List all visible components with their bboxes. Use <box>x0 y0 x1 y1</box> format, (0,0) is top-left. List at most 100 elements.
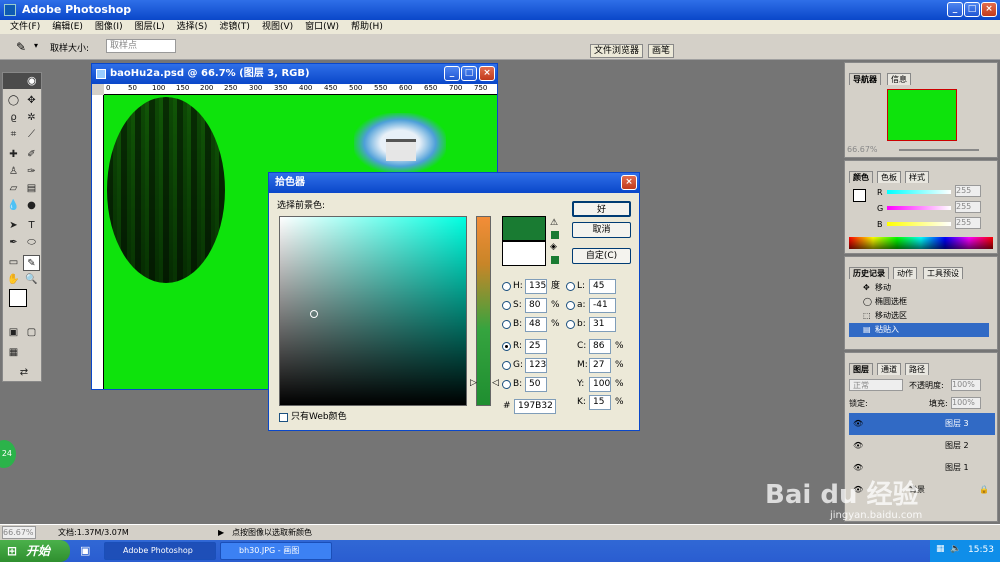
color-ramp[interactable] <box>849 237 993 249</box>
menu-file[interactable]: 文件(F) <box>4 20 46 34</box>
tab-layers[interactable]: 图层 <box>849 363 873 375</box>
black-field[interactable]: 15 <box>589 395 611 410</box>
opacity-field[interactable]: 100% <box>951 379 981 391</box>
show-desktop-icon[interactable]: ▣ <box>80 544 90 557</box>
status-arrow-icon[interactable]: ▶ <box>218 525 224 541</box>
doc-close-button[interactable]: × <box>479 66 495 81</box>
eye-icon[interactable]: 👁 <box>853 413 863 435</box>
sample-size-select[interactable]: 取样点 <box>106 39 176 53</box>
cancel-button[interactable]: 取消 <box>572 222 631 238</box>
tab-color[interactable]: 颜色 <box>849 171 873 183</box>
menu-view[interactable]: 视图(V) <box>256 20 299 34</box>
lab-b-field[interactable]: 31 <box>589 317 616 332</box>
menu-help[interactable]: 帮助(H) <box>345 20 389 34</box>
r-slider[interactable] <box>887 190 951 194</box>
taskbar-photoshop[interactable]: Adobe Photoshop <box>104 542 216 560</box>
web-only-checkbox[interactable] <box>279 413 288 422</box>
quick-mask-icon[interactable]: ▢ <box>23 325 40 341</box>
red-radio[interactable] <box>502 342 511 351</box>
notes-icon[interactable]: ▭ <box>5 255 22 271</box>
gamut-warning-icon[interactable]: ⚠ <box>550 218 558 228</box>
g-field[interactable]: 255 <box>955 201 981 213</box>
color-field-cursor[interactable] <box>310 310 318 318</box>
slice-icon[interactable]: ⟋ <box>23 127 40 143</box>
color-field[interactable] <box>279 216 467 406</box>
network-icon[interactable]: ▦ <box>936 544 945 554</box>
layer-row[interactable]: 👁 图层 2 <box>849 435 995 457</box>
taskbar-paint[interactable]: bh30.JPG - 画图 <box>220 542 332 560</box>
menu-image[interactable]: 图像(I) <box>89 20 129 34</box>
marquee-icon[interactable]: ◯ <box>5 93 22 109</box>
r-field[interactable]: 255 <box>955 185 981 197</box>
doc-minimize-button[interactable]: _ <box>444 66 460 81</box>
tab-navigator[interactable]: 导航器 <box>849 73 881 85</box>
navigator-thumbnail[interactable] <box>887 89 957 141</box>
dodge-icon[interactable]: ● <box>23 198 40 214</box>
healing-brush-icon[interactable]: ✚ <box>5 147 22 163</box>
pen-icon[interactable]: ✒ <box>5 235 22 251</box>
hex-field[interactable]: 197B32 <box>514 399 556 414</box>
eye-icon[interactable]: 👁 <box>853 435 863 457</box>
screen-mode-icon[interactable]: ▦ <box>5 345 22 361</box>
shape-icon[interactable]: ⬭ <box>23 235 40 251</box>
gamut-color-swatch[interactable] <box>551 231 559 239</box>
blend-mode-select[interactable]: 正常 <box>849 379 903 391</box>
eyedropper-icon[interactable]: ✎ <box>16 40 26 54</box>
hue-slider[interactable] <box>476 216 491 406</box>
crop-icon[interactable]: ⌗ <box>5 127 22 143</box>
saturation-radio[interactable] <box>502 301 511 310</box>
hue-slider-right-arrow-icon[interactable]: ◁ <box>492 378 499 388</box>
web-safe-color-swatch[interactable] <box>551 256 559 264</box>
brush-icon[interactable]: ✐ <box>23 147 40 163</box>
lab-l-field[interactable]: 45 <box>589 279 616 294</box>
standard-mode-icon[interactable]: ▣ <box>5 325 22 341</box>
fill-field[interactable]: 100% <box>951 397 981 409</box>
red-field[interactable]: 25 <box>525 339 547 354</box>
start-button[interactable]: ⊞ 开始 <box>0 540 70 562</box>
hue-field[interactable]: 135 <box>525 279 547 294</box>
picker-close-button[interactable]: × <box>621 175 637 190</box>
green-radio[interactable] <box>502 361 511 370</box>
status-zoom[interactable]: 66.67% <box>2 526 36 539</box>
tab-styles[interactable]: 样式 <box>905 171 929 183</box>
ok-button[interactable]: 好 <box>572 201 631 217</box>
tab-history[interactable]: 历史记录 <box>849 267 889 279</box>
lab-l-radio[interactable] <box>566 282 575 291</box>
b-slider[interactable] <box>887 222 951 226</box>
tab-file-browser[interactable]: 文件浏览器 <box>590 44 644 58</box>
tool-preset-arrow-icon[interactable]: ▾ <box>34 41 38 50</box>
cyan-field[interactable]: 86 <box>589 339 611 354</box>
type-icon[interactable]: T <box>23 218 40 234</box>
history-item[interactable]: ◯ 椭圆选框 <box>849 295 989 309</box>
clone-stamp-icon[interactable]: ♙ <box>5 164 22 180</box>
menu-select[interactable]: 选择(S) <box>171 20 214 34</box>
magenta-field[interactable]: 27 <box>589 358 611 373</box>
adobe-online-icon[interactable]: ◉ <box>27 74 37 87</box>
tab-tool-presets[interactable]: 工具预设 <box>923 267 963 279</box>
doc-maximize-button[interactable]: □ <box>461 66 477 81</box>
navigator-zoom-slider[interactable] <box>899 149 979 151</box>
tab-channels[interactable]: 通道 <box>877 363 901 375</box>
clock[interactable]: 15:53 <box>968 545 994 555</box>
path-select-icon[interactable]: ➤ <box>5 218 22 234</box>
eraser-icon[interactable]: ▱ <box>5 181 22 197</box>
maximize-button[interactable]: □ <box>964 2 980 17</box>
eyedropper-tool-icon[interactable]: ✎ <box>23 255 40 271</box>
saturation-field[interactable]: 80 <box>525 298 547 313</box>
foreground-color-swatch[interactable] <box>9 289 27 307</box>
brightness-radio[interactable] <box>502 320 511 329</box>
layer-row-active[interactable]: 👁 图层 3 <box>849 413 995 435</box>
lab-a-field[interactable]: -41 <box>589 298 616 313</box>
volume-icon[interactable]: 🔈 <box>950 544 961 554</box>
close-button[interactable]: × <box>981 2 997 17</box>
tab-actions[interactable]: 动作 <box>893 267 917 279</box>
brightness-field[interactable]: 48 <box>525 317 547 332</box>
lasso-icon[interactable]: ϱ <box>5 110 22 126</box>
g-slider[interactable] <box>887 206 951 210</box>
gradient-icon[interactable]: ▤ <box>23 181 40 197</box>
menu-window[interactable]: 窗口(W) <box>299 20 345 34</box>
magic-wand-icon[interactable]: ✲ <box>23 110 40 126</box>
blue-radio[interactable] <box>502 380 511 389</box>
tab-paths[interactable]: 路径 <box>905 363 929 375</box>
move-icon[interactable]: ✥ <box>23 93 40 109</box>
